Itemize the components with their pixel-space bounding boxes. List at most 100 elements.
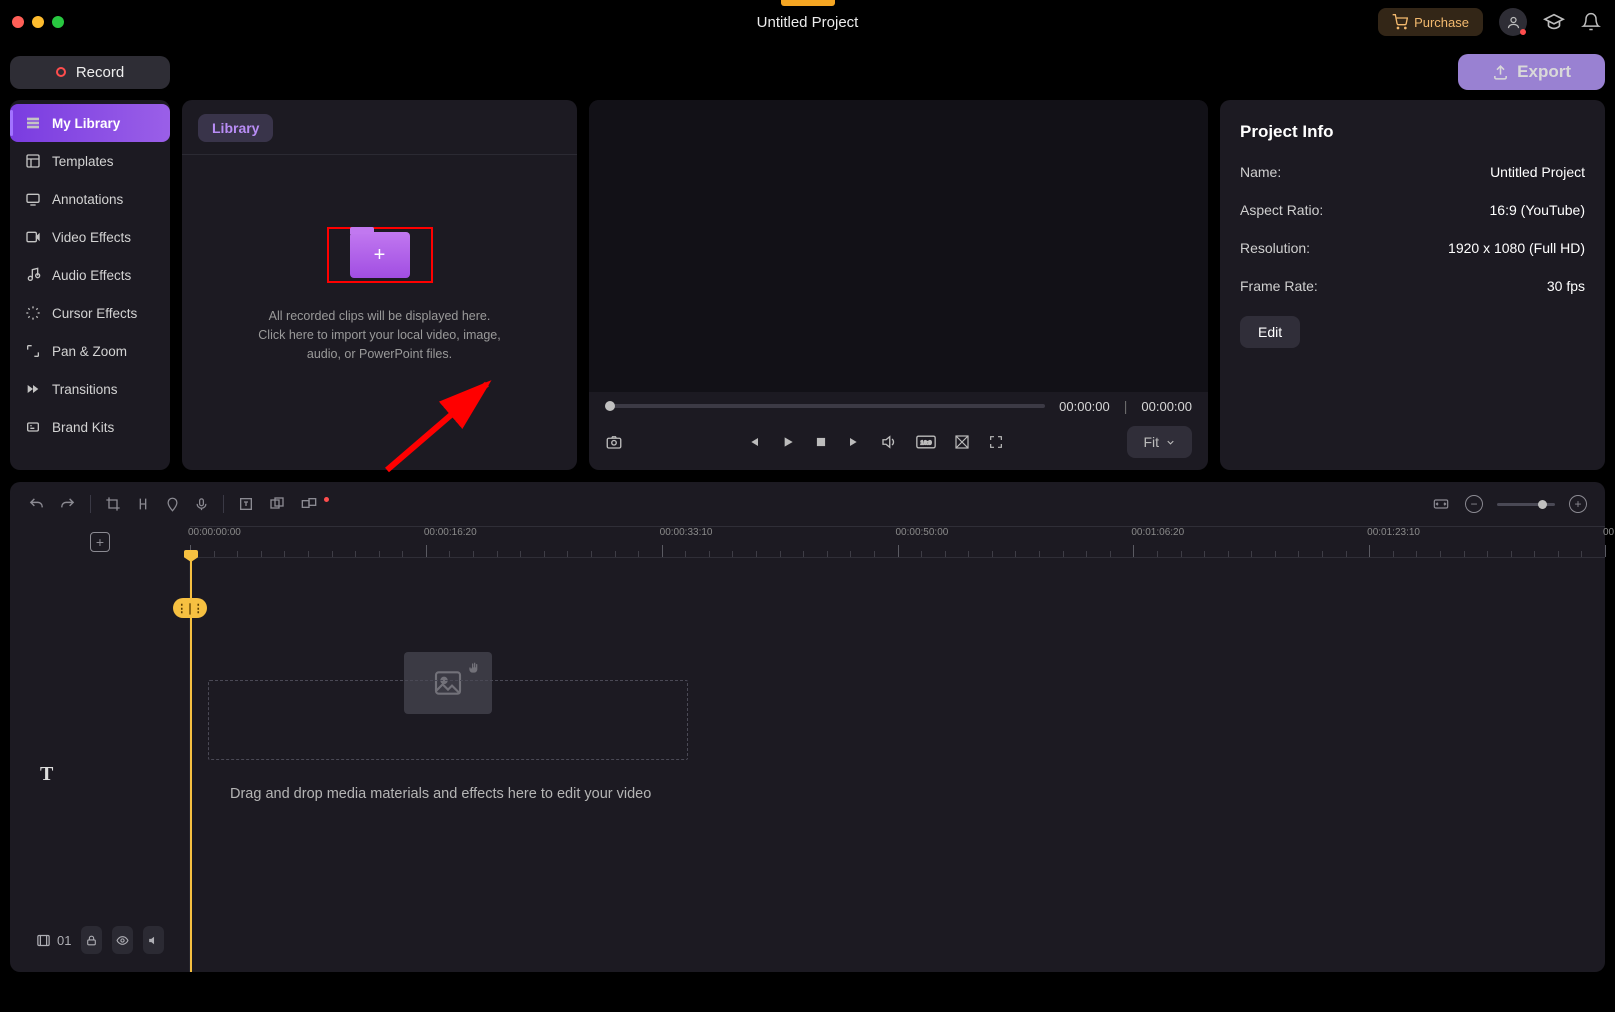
project-info-title: Project Info: [1240, 122, 1585, 142]
text-tool-button[interactable]: [238, 496, 254, 512]
cursor-effects-icon: [24, 304, 42, 322]
graduation-icon: [1543, 11, 1565, 33]
annotation-arrow-icon: [377, 370, 507, 480]
add-track-button[interactable]: +: [90, 532, 110, 552]
track-lock-button[interactable]: [81, 926, 102, 954]
transitions-icon: [24, 380, 42, 398]
library-icon: [24, 114, 42, 132]
prop-value: 30 fps: [1547, 278, 1585, 294]
sidebar-item-cursor-effects[interactable]: Cursor Effects: [10, 294, 170, 332]
grid-button[interactable]: [954, 434, 970, 450]
chevron-down-icon: [1165, 437, 1176, 448]
import-media-button[interactable]: +: [327, 227, 433, 283]
prev-frame-button[interactable]: [746, 434, 762, 450]
prop-value: Untitled Project: [1490, 164, 1585, 180]
purchase-button[interactable]: Purchase: [1378, 8, 1483, 36]
undo-button[interactable]: [28, 496, 45, 513]
notifications-button[interactable]: [1581, 12, 1601, 32]
video-effects-icon: [24, 228, 42, 246]
preview-scrubber[interactable]: [605, 404, 1045, 408]
sidebar-item-brand-kits[interactable]: Brand Kits: [10, 408, 170, 446]
play-button[interactable]: [780, 434, 796, 450]
record-icon: [56, 67, 66, 77]
sidebar: My Library Templates Annotations Video E…: [10, 100, 170, 470]
timeline-tracks[interactable]: ⋮∣⋮ Drag and drop media materials and ef…: [190, 558, 1605, 972]
edit-project-button[interactable]: Edit: [1240, 316, 1300, 348]
batch-icon: [300, 496, 318, 512]
preview-canvas[interactable]: [589, 100, 1208, 392]
ruler-label: 00:00:16:20: [424, 527, 477, 538]
snapshot-button[interactable]: [605, 433, 623, 451]
zoom-in-button[interactable]: +: [1569, 495, 1587, 513]
volume-button[interactable]: [880, 433, 898, 451]
prop-row-resolution: Resolution: 1920 x 1080 (Full HD): [1240, 240, 1585, 256]
stop-button[interactable]: [814, 435, 828, 449]
split-button[interactable]: [135, 496, 151, 512]
sidebar-item-transitions[interactable]: Transitions: [10, 370, 170, 408]
templates-icon: [24, 152, 42, 170]
tutorials-button[interactable]: [1543, 11, 1565, 33]
ruler-label: 00:01:23:10: [1367, 527, 1420, 538]
text-track-icon: T: [40, 763, 53, 786]
fit-timeline-button[interactable]: [1431, 496, 1451, 512]
prop-value: 1920 x 1080 (Full HD): [1448, 240, 1585, 256]
sidebar-item-label: Cursor Effects: [52, 306, 137, 321]
sidebar-item-annotations[interactable]: Annotations: [10, 180, 170, 218]
crop-button[interactable]: [105, 496, 121, 512]
fit-label: Fit: [1143, 434, 1159, 450]
batch-button[interactable]: [300, 496, 318, 512]
grab-cursor-icon: [466, 660, 482, 676]
prop-row-name: Name: Untitled Project: [1240, 164, 1585, 180]
layers-button[interactable]: [268, 496, 286, 512]
bell-icon: [1581, 12, 1601, 32]
export-button[interactable]: Export: [1458, 54, 1605, 90]
sidebar-item-label: Pan & Zoom: [52, 344, 127, 359]
ruler-label: 00:00:00:00: [188, 527, 241, 538]
fullscreen-button[interactable]: [988, 434, 1004, 450]
stop-icon: [814, 435, 828, 449]
timeline-ruler[interactable]: 00:00:00:0000:00:16:2000:00:33:1000:00:5…: [190, 526, 1605, 558]
ruler-label: 00:00:50:00: [896, 527, 949, 538]
library-tab[interactable]: Library: [198, 114, 273, 142]
voiceover-button[interactable]: [194, 496, 209, 513]
aspect-ratio-button[interactable]: 16:9: [916, 435, 936, 449]
sidebar-item-audio-effects[interactable]: Audio Effects: [10, 256, 170, 294]
project-info-panel: Project Info Name: Untitled Project Aspe…: [1220, 100, 1605, 470]
track-mute-button[interactable]: [143, 926, 164, 954]
minimize-window-button[interactable]: [32, 16, 44, 28]
main-toolbar: Record Export: [0, 44, 1615, 100]
time-total: 00:00:00: [1141, 399, 1192, 414]
drop-zone[interactable]: [208, 680, 688, 760]
next-frame-button[interactable]: [846, 434, 862, 450]
sidebar-item-label: Video Effects: [52, 230, 131, 245]
prev-icon: [746, 434, 762, 450]
split-marker[interactable]: ⋮∣⋮: [173, 598, 207, 618]
brand-kits-icon: [24, 418, 42, 436]
zoom-out-button[interactable]: −: [1465, 495, 1483, 513]
fit-dropdown[interactable]: Fit: [1127, 426, 1192, 458]
playhead[interactable]: ⋮∣⋮: [190, 558, 192, 972]
prop-value: 16:9 (YouTube): [1490, 202, 1585, 218]
sidebar-item-label: Transitions: [52, 382, 118, 397]
maximize-window-button[interactable]: [52, 16, 64, 28]
audio-effects-icon: [24, 266, 42, 284]
redo-button[interactable]: [59, 496, 76, 513]
sidebar-item-pan-zoom[interactable]: Pan & Zoom: [10, 332, 170, 370]
prop-label: Resolution:: [1240, 240, 1310, 256]
sidebar-item-templates[interactable]: Templates: [10, 142, 170, 180]
new-feature-dot: [324, 497, 329, 502]
close-window-button[interactable]: [12, 16, 24, 28]
track-visibility-button[interactable]: [112, 926, 133, 954]
prop-label: Frame Rate:: [1240, 278, 1318, 294]
sidebar-item-my-library[interactable]: My Library: [10, 104, 170, 142]
next-icon: [846, 434, 862, 450]
split-icon: [135, 496, 151, 512]
film-icon: [36, 933, 51, 948]
sidebar-item-video-effects[interactable]: Video Effects: [10, 218, 170, 256]
zoom-slider[interactable]: [1497, 503, 1555, 506]
camera-icon: [605, 433, 623, 451]
record-button[interactable]: Record: [10, 56, 170, 89]
prop-row-framerate: Frame Rate: 30 fps: [1240, 278, 1585, 294]
account-button[interactable]: [1499, 8, 1527, 36]
marker-button[interactable]: [165, 496, 180, 513]
